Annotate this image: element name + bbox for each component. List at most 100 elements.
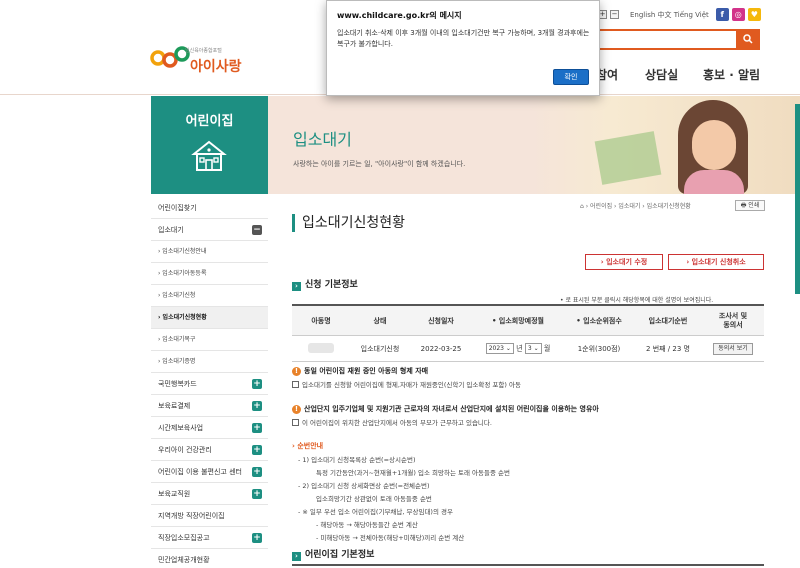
expand-plus-icon[interactable]: +	[252, 489, 262, 499]
sidebar-item-label: 국민행복카드	[158, 380, 197, 388]
gnb-counseling[interactable]: 상담실	[645, 66, 678, 83]
sidebar-item[interactable]: 어린이집찾기	[151, 197, 268, 219]
sidebar-item-label: › 입소대기복구	[158, 336, 196, 343]
table-header: 아동명 상태 신청일자 • 입소희망예정월 • 입소순위점수 입소대기순번 조사…	[292, 306, 764, 336]
logo-mark-icon	[150, 46, 190, 68]
daycare-building-icon	[191, 140, 227, 171]
collapse-minus-icon[interactable]: −	[252, 225, 262, 235]
col-consent: 조사서 및 동의서	[718, 311, 748, 329]
col-waiting-order: 입소대기순번	[648, 316, 688, 325]
warning-icon: !	[292, 405, 301, 414]
side-menu-title: 어린이집	[151, 96, 268, 194]
sidebar-item-label: 보육료결제	[158, 402, 191, 410]
order-guide-title: › 순번안내	[292, 442, 324, 450]
search-input[interactable]	[598, 29, 736, 50]
section-daycare-info-label: 어린이집 기본정보	[305, 550, 375, 560]
dialog-message: 입소대기 취소·삭제 이후 3개월 이내의 입소대기건만 복구 가능하며, 3개…	[337, 29, 590, 48]
score-cell: 1순위(300점)	[577, 344, 621, 353]
sidebar-item-label: 지역개방 직장어린이집	[158, 512, 225, 520]
checkbox-icon[interactable]	[292, 381, 299, 388]
order-guide-line: 특정 기간동안(과거~현재월+1개월) 입소 희망하는 토래 아동들중 순번	[316, 469, 510, 477]
modify-waiting-button[interactable]: › 입소대기 수정	[585, 254, 663, 270]
help-note: • 로 표시된 부분 클릭시 해당항목에 대한 설명이 보여집니다.	[560, 297, 714, 304]
alert-dialog: www.childcare.go.kr의 메시지 입소대기 취소·삭제 이후 3…	[326, 0, 600, 96]
col-child-name: 아동명	[311, 316, 331, 325]
order-guide-line: - 1) 입소대기 신청목록상 순번(=상시순번)	[298, 456, 416, 464]
sidebar-item[interactable]: › 입소대기신청안내	[151, 241, 268, 263]
search-button[interactable]	[736, 29, 760, 50]
sidebar-item[interactable]: › 입소대기신청현황	[151, 307, 268, 329]
month-select[interactable]: 3 ⌄	[524, 343, 542, 354]
sidebar-item[interactable]: 국민행복카드 +	[151, 373, 268, 395]
sidebar-item[interactable]: › 입소대기아동등록	[151, 263, 268, 285]
order-guide-line: - 미해당아동 → 전체아동(해당+미해당)끼리 순번 계산	[316, 534, 465, 542]
application-table: 아동명 상태 신청일자 • 입소희망예정월 • 입소순위점수 입소대기순번 조사…	[292, 304, 764, 362]
sidebar-item-label: › 입소대기신청	[158, 292, 196, 299]
sidebar-item[interactable]: › 입소대기복구	[151, 329, 268, 351]
sibling-priority-checkbox[interactable]: 입소대기를 신청할 어린이집에 형제,자매가 재원중인(신학기 입소확정 포함)…	[292, 379, 521, 389]
sidebar-item-label: › 입소대기아동등록	[158, 270, 207, 277]
zoom-out-button[interactable]: −	[610, 10, 619, 19]
child-name-cell	[292, 342, 350, 355]
col-desired-month[interactable]: • 입소희망예정월	[472, 316, 564, 326]
right-quick-strip[interactable]	[795, 104, 800, 294]
search-icon	[743, 34, 753, 44]
order-guide-line: 입소희망기간 상관없이 토래 아동들중 순번	[316, 495, 432, 503]
sidebar-item-label: 민간업체공개현황	[158, 556, 210, 564]
sidebar-item-label: 시간제보육사업	[158, 424, 204, 432]
banner-photo	[530, 96, 800, 194]
cancel-waiting-button[interactable]: › 입소대기 신청취소	[668, 254, 764, 270]
side-title-text: 어린이집	[185, 114, 234, 129]
order-guide-line: - 2) 입소대기 신청 상세화면상 순번(=전체순번)	[298, 482, 430, 490]
print-button[interactable]: 🖶 인쇄	[735, 200, 765, 211]
instagram-icon[interactable]: ◎	[731, 8, 745, 21]
sidebar-item-label: › 입소대기증명	[158, 358, 196, 365]
sidebar-item[interactable]: 지역개방 직장어린이집	[151, 505, 268, 527]
order-guide-line: - ※ 일부 우선 입소 어린이집(기부채납, 무상임대)의 경우	[298, 508, 453, 516]
dialog-ok-button[interactable]: 확인	[553, 69, 589, 85]
year-select[interactable]: 2023 ⌄	[485, 343, 514, 354]
sidebar-item[interactable]: 보육료결제 +	[151, 395, 268, 417]
section-divider	[292, 564, 764, 566]
language-links[interactable]: English 中文 Tiếng Việt	[630, 10, 709, 20]
expand-plus-icon[interactable]: +	[252, 533, 262, 543]
page-banner: 입소대기 사랑하는 아이를 기르는 일, "아이사랑"이 함께 하겠습니다.	[268, 96, 800, 194]
sidebar-item-label: 우리아이 건강관리	[158, 446, 212, 454]
sidebar-item[interactable]: › 입소대기신청	[151, 285, 268, 307]
expand-plus-icon[interactable]: +	[252, 445, 262, 455]
section-basic-info-label: 신청 기본정보	[305, 280, 358, 290]
sidebar-item[interactable]: 보육교직원 +	[151, 483, 268, 505]
expand-plus-icon[interactable]: +	[252, 379, 262, 389]
view-consent-button[interactable]: 동의서 보기	[713, 342, 753, 355]
industrial-priority-checkbox[interactable]: 이 어린이집이 위치한 산업단지에서 아동의 부모가 근무하고 있습니다.	[292, 417, 492, 427]
side-navigation: 어린이집찾기 입소대기 − › 입소대기신청안내 › 입소대기아동등록 › 입소대기신청 ›…	[151, 197, 268, 568]
order-cell: 2 번째 / 23 명	[646, 344, 690, 353]
sidebar-item[interactable]: 민간업체공개현황	[151, 549, 268, 568]
section-basic-info: › 신청 기본정보	[292, 277, 358, 291]
expand-plus-icon[interactable]: +	[252, 401, 262, 411]
expand-plus-icon[interactable]: +	[252, 467, 262, 477]
facebook-icon[interactable]: f	[715, 8, 729, 21]
banner-child-dress	[684, 170, 744, 194]
kakaostory-icon[interactable]: ♥	[747, 8, 761, 21]
industrial-priority-title: ! 산업단지 입주기업체 및 지원기관 근로자의 자녀로서 산업단지에 설치된 어…	[292, 404, 599, 414]
sidebar-item[interactable]: 우리아이 건강관리 +	[151, 439, 268, 461]
sidebar-item[interactable]: 어린이집 이용 불편신고 센터 +	[151, 461, 268, 483]
sidebar-item[interactable]: 입소대기 −	[151, 219, 268, 241]
sidebar-item[interactable]: › 입소대기증명	[151, 351, 268, 373]
expand-plus-icon[interactable]: +	[252, 423, 262, 433]
sibling-priority-title: ! 동일 어린이집 재원 중인 아동의 형제 자매	[292, 366, 428, 376]
sidebar-item[interactable]: 직장입소모집공고 +	[151, 527, 268, 549]
sidebar-item-label: 어린이집 이용 불편신고 센터	[158, 468, 242, 476]
site-logo[interactable]: 임신육아종합포털 아이사랑	[150, 36, 245, 78]
logo-name: 아이사랑	[190, 59, 242, 75]
col-status: 상태	[373, 316, 387, 325]
sidebar-item[interactable]: 시간제보육사업 +	[151, 417, 268, 439]
checkbox-icon[interactable]	[292, 419, 299, 426]
col-apply-date: 신청일자	[428, 316, 454, 325]
logo-subtitle: 임신육아종합포털	[185, 48, 222, 54]
consent-cell: 동의서 보기	[702, 342, 764, 355]
gnb-promotion[interactable]: 홍보 · 알림	[703, 66, 760, 83]
col-priority-score[interactable]: • 입소순위점수	[564, 316, 634, 326]
year-unit: 년	[516, 344, 523, 353]
